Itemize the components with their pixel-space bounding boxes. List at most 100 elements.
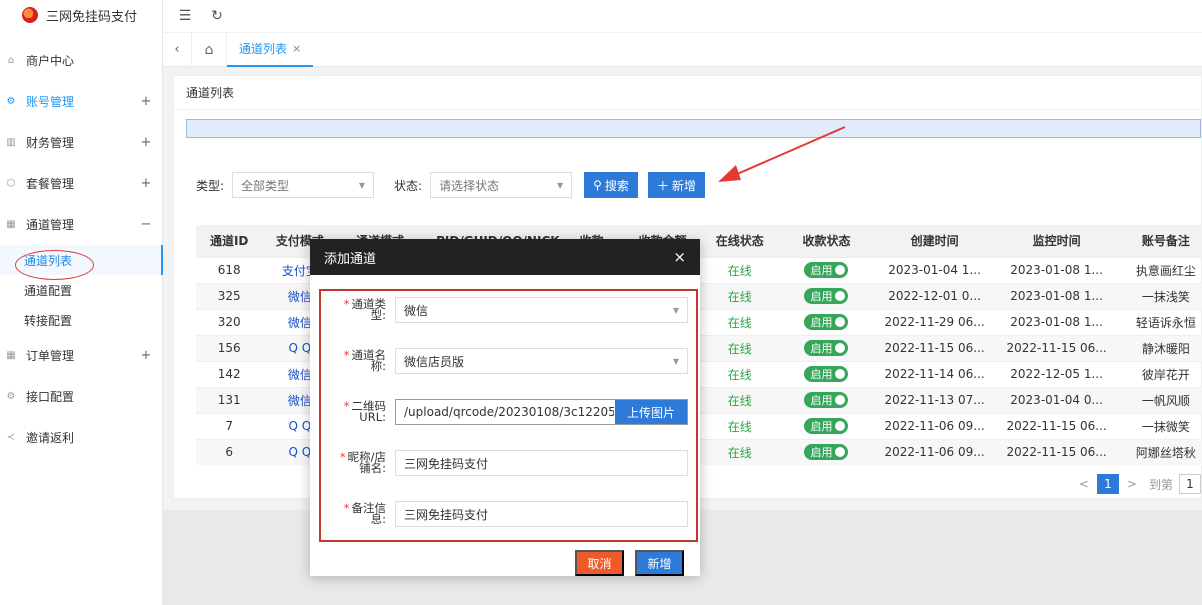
toggle-knob-icon (835, 395, 846, 405)
tab-prev-icon[interactable]: ‹ (163, 42, 191, 57)
page-number-current[interactable]: 1 (1096, 474, 1119, 494)
upload-image-button[interactable]: 上传图片 (614, 400, 687, 424)
status-toggle[interactable]: 启用 (804, 340, 849, 356)
gear-icon: ⚙ (6, 391, 16, 402)
sidebar-item-label: 通道管理 (26, 218, 75, 232)
sidebar-item-finance[interactable]: ▥ 财务管理 + (0, 122, 162, 163)
sidebar-subitem-channel-list[interactable]: 通道列表 (0, 245, 163, 275)
sidebar-item-account[interactable]: ⚙ 账号管理 + (0, 81, 162, 122)
sidebar-item-merchant-center[interactable]: ⌂ 商户中心 (0, 40, 162, 81)
nickname-input[interactable]: 三网免挂码支付 (395, 450, 688, 476)
home-tab-icon[interactable]: ⌂ (191, 32, 227, 67)
cell-collect-status: 启用 (778, 412, 875, 439)
form-row-qrcode: * 二维码 URL: /upload/qrcode/20230108/3c12205… (321, 399, 700, 425)
column-header[interactable]: 通道ID (196, 225, 263, 257)
expand-icon: + (140, 94, 152, 109)
status-select[interactable]: 请选择状态 ▼ (430, 172, 573, 198)
submit-button[interactable]: 新增 (635, 550, 684, 576)
tab-channel-list[interactable]: 通道列表 × (227, 33, 314, 67)
status-toggle[interactable]: 启用 (804, 314, 849, 330)
cell-monitor-time: 2022-11-15 06... (994, 438, 1119, 465)
chart-icon: ▥ (6, 137, 16, 148)
type-select[interactable]: 全部类型 ▼ (232, 172, 375, 198)
next-page-button[interactable]: > (1127, 477, 1137, 491)
sidebar-item-invite[interactable]: ≺ 邀请返利 (0, 417, 162, 458)
toggle-knob-icon (835, 317, 846, 327)
goto-page-input[interactable]: 1 (1179, 474, 1201, 494)
top-toolbar: ☰ ↻ (163, 0, 1202, 33)
column-header[interactable]: 账号备注 (1118, 225, 1202, 257)
column-header[interactable]: 创建时间 (874, 225, 995, 257)
cell-monitor-time: 2023-01-08 1... (994, 256, 1119, 283)
cell-online-status: 在线 (701, 360, 779, 387)
cell-online-status: 在线 (701, 308, 779, 335)
cell-created-time: 2023-01-04 1... (874, 256, 995, 283)
notice-bar (186, 119, 1201, 138)
sidebar-item-label: 账号管理 (26, 95, 75, 109)
sidebar: 三网免挂码支付 ⌂ 商户中心 ⚙ 账号管理 + ▥ 财务管理 + ⬡ 套餐管理 … (0, 0, 163, 605)
sidebar-item-label: 接口配置 (26, 390, 75, 404)
cell-collect-status: 启用 (778, 386, 875, 413)
add-button[interactable]: ＋ 新增 (647, 172, 705, 198)
type-select-value: 全部类型 (241, 178, 290, 193)
required-mark: * (339, 450, 346, 464)
prev-page-button[interactable]: < (1079, 477, 1089, 491)
status-toggle[interactable]: 启用 (804, 288, 849, 304)
cell-collect-status: 启用 (778, 282, 875, 309)
status-toggle[interactable]: 启用 (804, 262, 849, 278)
sidebar-item-channel[interactable]: ▦ 通道管理 − (0, 204, 162, 245)
cell-monitor-time: 2023-01-04 0... (994, 386, 1119, 413)
expand-icon: + (140, 135, 152, 150)
channel-name-label: * 通道名 称: (343, 348, 386, 373)
qrcode-url-value: /upload/qrcode/20230108/3c12205f2d9 (404, 405, 614, 419)
app-logo[interactable]: 三网免挂码支付 (0, 0, 162, 30)
cell-channel-id: 618 (196, 256, 263, 283)
sidebar-subitem-channel-config[interactable]: 通道配置 (0, 275, 162, 305)
share-icon: ≺ (6, 432, 16, 443)
chevron-down-icon: ▼ (672, 305, 679, 315)
tab-close-icon[interactable]: × (292, 42, 301, 55)
app-title: 三网免挂码支付 (46, 9, 138, 25)
column-header[interactable]: 在线状态 (701, 225, 779, 257)
status-select-value: 请选择状态 (439, 178, 500, 193)
remark-input[interactable]: 三网免挂码支付 (395, 501, 688, 527)
cell-created-time: 2022-11-06 09... (874, 438, 995, 465)
status-toggle[interactable]: 启用 (804, 392, 849, 408)
required-mark: * (343, 399, 350, 413)
chevron-down-icon: ▼ (556, 180, 564, 190)
toggle-knob-icon (835, 265, 846, 275)
status-toggle[interactable]: 启用 (804, 444, 849, 461)
channel-name-value: 微信店员版 (404, 354, 465, 369)
sidebar-subitem-transfer-config[interactable]: 转接配置 (0, 305, 162, 335)
expand-icon: + (140, 348, 152, 363)
search-button[interactable]: ⚲ 搜索 (584, 172, 638, 198)
qrcode-url-input[interactable]: /upload/qrcode/20230108/3c12205f2d9 上传图片 (395, 399, 688, 425)
close-icon[interactable]: × (673, 248, 686, 266)
cell-channel-id: 142 (196, 360, 263, 387)
status-toggle[interactable]: 启用 (804, 366, 849, 382)
required-mark: * (343, 297, 350, 311)
column-header[interactable]: 收款状态 (778, 225, 875, 257)
sidebar-item-api-config[interactable]: ⚙ 接口配置 (0, 376, 162, 417)
sidebar-item-orders[interactable]: ▦ 订单管理 + (0, 335, 162, 376)
collapse-icon: − (140, 217, 152, 232)
cell-created-time: 2022-12-01 0... (874, 282, 995, 309)
cell-channel-id: 320 (196, 308, 263, 335)
channel-type-value: 微信 (404, 303, 429, 318)
sidebar-item-label: 财务管理 (26, 136, 75, 150)
channel-type-select[interactable]: 微信 ▼ (395, 297, 688, 323)
cell-channel-id: 156 (196, 334, 263, 361)
column-header[interactable]: 监控时间 (994, 225, 1119, 257)
channel-name-select[interactable]: 微信店员版 ▼ (395, 348, 688, 374)
cancel-button[interactable]: 取消 (575, 550, 624, 576)
sidebar-item-package[interactable]: ⬡ 套餐管理 + (0, 163, 162, 204)
dialog-header: 添加通道 × (310, 239, 700, 275)
cell-monitor-time: 2022-12-05 1... (994, 360, 1119, 387)
refresh-icon[interactable]: ↻ (209, 8, 225, 24)
type-filter-label: 类型: (196, 178, 225, 193)
menu-toggle-icon[interactable]: ☰ (177, 8, 193, 24)
cell-account-note: 彼岸花开 (1118, 360, 1202, 387)
status-toggle[interactable]: 启用 (804, 418, 849, 434)
cell-account-note: 静沐暖阳 (1118, 334, 1202, 361)
cell-account-note: 轻语诉永恒 (1118, 308, 1202, 335)
